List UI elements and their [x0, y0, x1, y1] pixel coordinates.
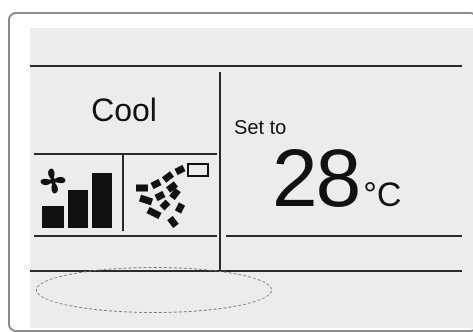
setpoint-value: 28 — [272, 133, 361, 224]
icons-divider — [122, 155, 124, 231]
fan-speed-bar-3 — [92, 173, 112, 228]
setpoint-temperature: 28 °C — [272, 138, 401, 220]
top-divider — [30, 65, 462, 67]
mode-divider — [34, 153, 217, 155]
icons-bottom-divider — [34, 235, 217, 237]
highlight-oval — [36, 267, 272, 313]
fan-speed-bar-2 — [68, 190, 88, 228]
setpoint-unit: °C — [363, 176, 402, 214]
fan-speed-indicator — [42, 173, 112, 228]
mode-label: Cool — [91, 92, 157, 128]
temp-bottom-divider — [226, 235, 462, 237]
center-divider — [219, 72, 221, 272]
louver-swing-icon — [136, 163, 209, 229]
fan-speed-bar-1 — [42, 206, 64, 228]
